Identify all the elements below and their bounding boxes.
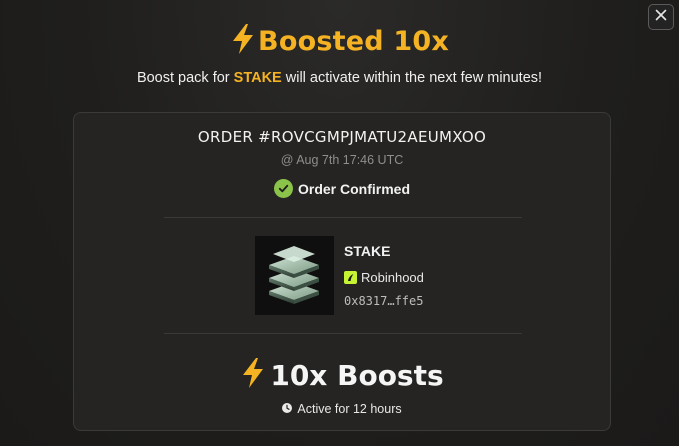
boost-row: 10x Boosts bbox=[74, 356, 610, 394]
subtitle: Boost pack for STAKE will activate withi… bbox=[0, 70, 679, 86]
page-title: Boosted 10x bbox=[0, 22, 679, 60]
order-id: ORDER #ROVCGMPJMATU2AEUMXOO bbox=[197, 128, 487, 146]
order-status-text: Order Confirmed bbox=[297, 180, 410, 197]
divider bbox=[164, 333, 522, 334]
title-text: Boosted 10x bbox=[258, 25, 449, 57]
subtitle-suffix: will activate within the next few minute… bbox=[281, 70, 543, 86]
order-card: ORDER #ROVCGMPJMATU2AEUMXOO @ Aug 7th 17… bbox=[73, 112, 611, 431]
token-address[interactable]: 0x8317…ffe5 bbox=[344, 294, 423, 308]
duration-text: Active for 12 hours bbox=[297, 402, 402, 416]
clock-icon bbox=[282, 400, 293, 418]
token-logo bbox=[255, 236, 334, 315]
order-date: @ Aug 7th 17:46 UTC bbox=[280, 153, 404, 167]
boost-label: 10x Boosts bbox=[270, 358, 444, 392]
order-status: Order Confirmed bbox=[74, 179, 610, 198]
check-circle-icon bbox=[273, 179, 293, 198]
token-name: STAKE bbox=[344, 243, 391, 259]
subtitle-prefix: Boost pack for bbox=[136, 70, 234, 86]
chain-row: Robinhood bbox=[344, 270, 424, 285]
duration-row: Active for 12 hours bbox=[74, 400, 610, 418]
lightning-bolt-icon bbox=[230, 23, 256, 60]
robinhood-icon bbox=[344, 271, 357, 284]
lightning-bolt-icon bbox=[240, 357, 266, 394]
subtitle-token: STAKE bbox=[233, 70, 282, 86]
chain-name: Robinhood bbox=[361, 270, 424, 285]
divider bbox=[164, 217, 522, 218]
